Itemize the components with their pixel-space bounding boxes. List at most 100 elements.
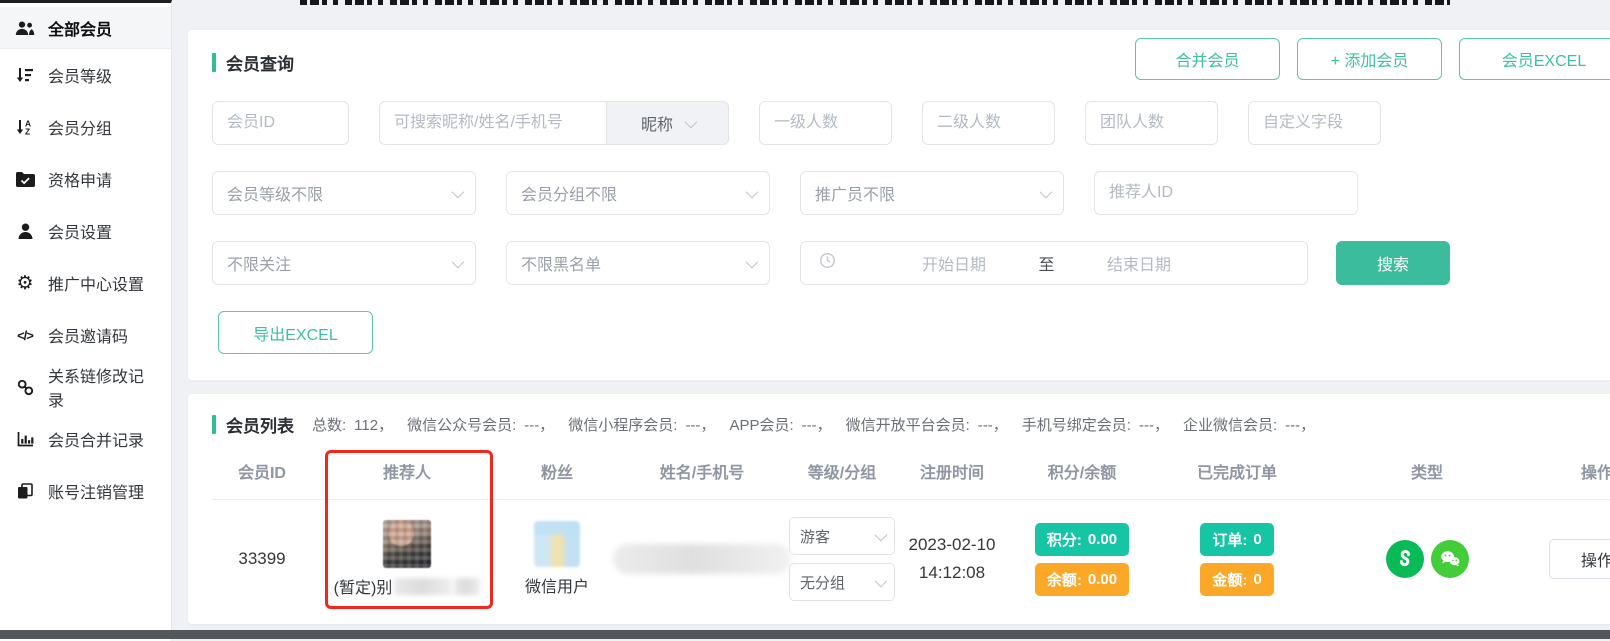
table-header: 会员ID 推荐人 粉丝 姓名/手机号 等级/分组 注册时间 积分/余额 已完成订… <box>212 459 1610 483</box>
keyword-search-combo: 昵称 <box>379 101 729 145</box>
fan-name: 微信用户 <box>525 573 589 597</box>
col-fans: 粉丝 <box>502 459 612 483</box>
stat-total: 总数:112， <box>312 414 393 435</box>
end-date-placeholder[interactable]: 结束日期 <box>1107 251 1171 275</box>
svg-text:Z: Z <box>25 127 30 135</box>
orders-badge: 订单:0 <box>1200 523 1273 556</box>
stat-wechat-official: 微信公众号会员:---， <box>407 414 554 435</box>
balance-badge: 余额:0.00 <box>1035 563 1129 596</box>
search-button[interactable]: 搜索 <box>1336 241 1450 285</box>
sidebar-item-promotion-settings[interactable]: ⚙ 推广中心设置 <box>0 257 171 309</box>
col-type: 类型 <box>1322 459 1532 483</box>
sidebar-item-relation-log[interactable]: 关系链修改记录 <box>0 361 171 413</box>
stat-app: APP会员:---， <box>729 414 831 435</box>
sidebar-item-label: 资格申请 <box>48 167 112 191</box>
col-referrer: 推荐人 <box>312 459 502 483</box>
sidebar-item-label: 全部会员 <box>48 16 112 40</box>
member-query-panel: 会员查询 合并会员 + 添加会员 会员EXCEL 昵称 <box>188 30 1610 380</box>
chevron-down-icon <box>452 255 465 268</box>
filter-row-1: 昵称 <box>212 101 1610 145</box>
col-points-balance: 积分/余额 <box>1012 459 1152 483</box>
sidebar-item-qualification[interactable]: 资格申请 <box>0 153 171 205</box>
member-list-panel: 会员列表 总数:112， 微信公众号会员:---， 微信小程序会员:---， A… <box>188 394 1610 624</box>
fan-avatar[interactable] <box>534 521 580 567</box>
custom-field-input[interactable] <box>1248 101 1381 145</box>
redacted-text <box>454 578 480 595</box>
sort-alpha-icon: AZ <box>14 119 36 135</box>
amount-badge: 金额:0 <box>1200 563 1273 596</box>
keyword-type-select[interactable]: 昵称 <box>607 101 729 145</box>
level2-count-input[interactable] <box>922 101 1055 145</box>
col-completed-orders: 已完成订单 <box>1152 459 1322 483</box>
sort-amount-icon <box>14 67 36 83</box>
users-icon <box>14 20 36 36</box>
merge-members-button[interactable]: 合并会员 <box>1135 38 1280 80</box>
list-title-text: 会员列表 <box>226 412 294 437</box>
sidebar-item-member-settings[interactable]: 会员设置 <box>0 205 171 257</box>
bar-chart-icon <box>14 431 36 447</box>
add-member-button[interactable]: + 添加会员 <box>1297 38 1442 80</box>
export-excel-button[interactable]: 导出EXCEL <box>218 311 373 354</box>
date-to-label: 至 <box>1038 251 1054 275</box>
clipped-top-text <box>300 0 1450 5</box>
stat-open-platform: 微信开放平台会员:---， <box>846 414 1008 435</box>
keyword-input[interactable] <box>379 101 607 145</box>
wechat-icon <box>1431 540 1469 578</box>
start-date-placeholder[interactable]: 开始日期 <box>922 251 986 275</box>
sidebar-item-member-level[interactable]: 会员等级 <box>0 49 171 101</box>
window-bottom-edge <box>0 630 1610 639</box>
blacklist-filter-select[interactable]: 不限黑名单 <box>506 241 770 285</box>
sidebar-item-invite-code[interactable]: </> 会员邀请码 <box>0 309 171 361</box>
title-accent-bar <box>212 53 216 72</box>
member-id-value: 33399 <box>238 549 285 569</box>
copy-icon <box>14 483 36 499</box>
member-excel-button[interactable]: 会员EXCEL <box>1459 38 1610 80</box>
sidebar-item-all-members[interactable]: 全部会员 <box>0 7 171 49</box>
chevron-down-icon <box>746 255 759 268</box>
chevron-down-icon <box>875 528 888 541</box>
clock-icon <box>819 252 836 274</box>
sidebar-item-label: 会员设置 <box>48 219 112 243</box>
app-window: 全部会员 会员等级 AZ 会员分组 资格申请 会员设置 ⚙ <box>0 0 1610 641</box>
sidebar-item-label: 会员等级 <box>48 63 112 87</box>
team-count-input[interactable] <box>1085 101 1218 145</box>
sidebar-item-label: 会员合并记录 <box>48 427 144 451</box>
member-group-select[interactable]: 会员分组不限 <box>506 171 770 215</box>
chevron-down-icon <box>1040 185 1053 198</box>
member-level-select[interactable]: 会员等级不限 <box>212 171 476 215</box>
panel-title-text: 会员查询 <box>226 50 294 75</box>
promoter-select[interactable]: 推广员不限 <box>800 171 1064 215</box>
sidebar-item-merge-log[interactable]: 会员合并记录 <box>0 413 171 465</box>
date-range-picker[interactable]: 开始日期 至 结束日期 <box>800 241 1308 285</box>
list-header: 会员列表 总数:112， 微信公众号会员:---， 微信小程序会员:---， A… <box>212 412 1610 437</box>
filter-row-2: 会员等级不限 会员分组不限 推广员不限 <box>212 171 1610 215</box>
stat-work-wechat: 企业微信会员:---， <box>1183 414 1315 435</box>
sidebar-item-label: 关系链修改记录 <box>48 363 157 411</box>
col-level-group: 等级/分组 <box>792 459 892 483</box>
level1-count-input[interactable] <box>759 101 892 145</box>
main-content: 会员查询 合并会员 + 添加会员 会员EXCEL 昵称 <box>172 0 1610 641</box>
stat-miniprogram: 微信小程序会员:---， <box>568 414 715 435</box>
sidebar-item-label: 账号注销管理 <box>48 479 144 503</box>
row-level-select[interactable]: 游客 <box>789 517 895 555</box>
link-icon <box>14 379 36 396</box>
sidebar-item-account-cancel[interactable]: 账号注销管理 <box>0 465 171 517</box>
member-id-input[interactable] <box>212 101 349 145</box>
sidebar-item-member-group[interactable]: AZ 会员分组 <box>0 101 171 153</box>
row-group-select[interactable]: 无分组 <box>789 563 895 601</box>
redacted-name-phone <box>613 544 791 574</box>
referrer-id-input[interactable] <box>1094 171 1358 215</box>
referrer-avatar[interactable] <box>383 520 431 568</box>
register-time: 2023-02-10 14:12:08 <box>909 531 996 587</box>
sidebar-item-label: 推广中心设置 <box>48 271 144 295</box>
points-badge: 积分:0.00 <box>1035 523 1129 556</box>
col-register-time: 注册时间 <box>892 459 1012 483</box>
follow-filter-select[interactable]: 不限关注 <box>212 241 476 285</box>
type-cell <box>1322 540 1532 578</box>
chevron-down-icon <box>685 115 698 128</box>
referrer-cell: (暂定)别 <box>312 520 502 598</box>
fan-cell: 微信用户 <box>502 521 612 597</box>
folder-check-icon <box>14 172 36 187</box>
row-action-button[interactable]: 操作 <box>1549 539 1610 579</box>
sidebar: 全部会员 会员等级 AZ 会员分组 资格申请 会员设置 ⚙ <box>0 0 172 641</box>
